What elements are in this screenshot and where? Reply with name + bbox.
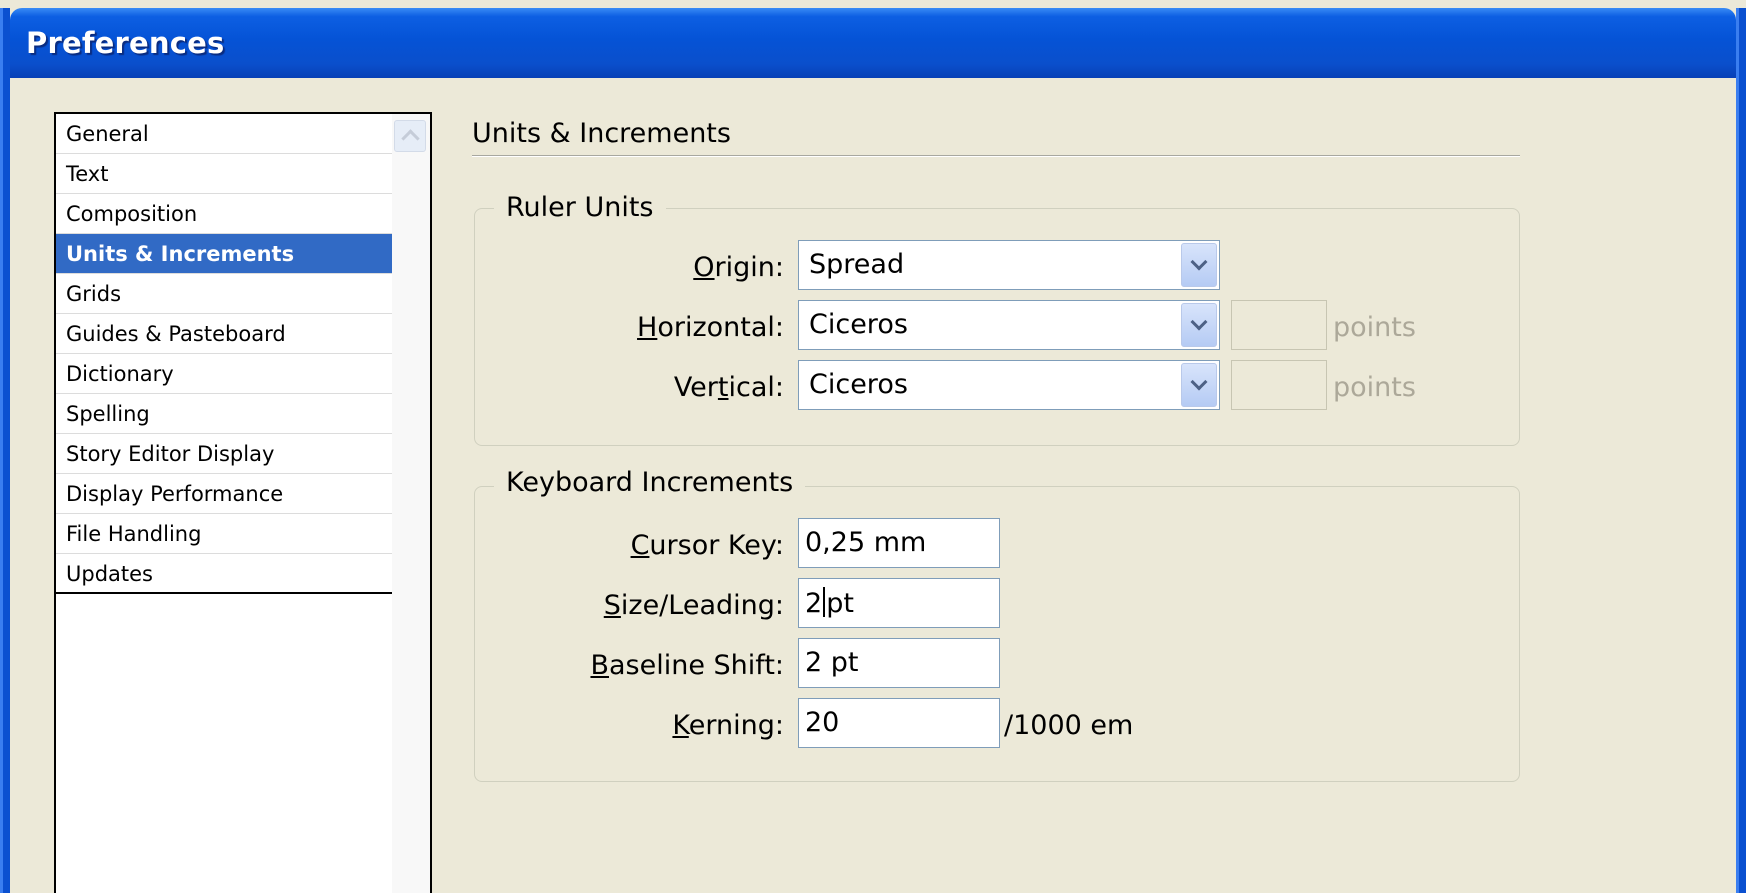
window-title: Preferences <box>26 26 225 60</box>
cursor-key-value: 0,25 mm <box>805 527 927 558</box>
category-item-story-editor-display[interactable]: Story Editor Display <box>56 434 392 474</box>
category-item-spelling[interactable]: Spelling <box>56 394 392 434</box>
kerning-label: Kerning: <box>672 710 784 741</box>
category-item-dictionary[interactable]: Dictionary <box>56 354 392 394</box>
cursor-key-label: Cursor Key: <box>630 530 784 561</box>
size-leading-label: Size/Leading: <box>603 590 784 621</box>
keyboard-increments-legend: Keyboard Increments <box>494 467 806 498</box>
cursor-key-input[interactable]: 0,25 mm <box>798 518 1000 568</box>
category-item-file-handling[interactable]: File Handling <box>56 514 392 554</box>
category-item-text[interactable]: Text <box>56 154 392 194</box>
chevron-up-icon[interactable] <box>394 120 426 152</box>
horizontal-select[interactable]: Ciceros <box>798 300 1220 350</box>
kerning-input[interactable]: 20 <box>798 698 1000 748</box>
page-title: Units & Increments <box>472 118 731 149</box>
window-frame-right <box>1736 8 1746 893</box>
horizontal-label: Horizontal: <box>637 312 784 343</box>
chevron-down-icon[interactable] <box>1181 243 1217 287</box>
origin-value: Spread <box>809 249 905 280</box>
chevron-down-icon[interactable] <box>1181 303 1217 347</box>
category-items: General Text Composition Units & Increme… <box>56 114 392 594</box>
category-item-guides-pasteboard[interactable]: Guides & Pasteboard <box>56 314 392 354</box>
horizontal-custom-field <box>1231 300 1327 350</box>
category-item-general[interactable]: General <box>56 114 392 154</box>
category-item-updates[interactable]: Updates <box>56 554 392 594</box>
category-item-display-performance[interactable]: Display Performance <box>56 474 392 514</box>
category-list[interactable]: General Text Composition Units & Increme… <box>54 112 432 893</box>
horizontal-unit: points <box>1333 312 1416 343</box>
size-leading-input[interactable]: 2 pt <box>798 578 1000 628</box>
horizontal-value: Ciceros <box>809 309 908 340</box>
ruler-units-legend: Ruler Units <box>494 192 666 223</box>
vertical-custom-field <box>1231 360 1327 410</box>
vertical-unit: points <box>1333 372 1416 403</box>
chevron-down-icon[interactable] <box>1181 363 1217 407</box>
baseline-shift-label: Baseline Shift: <box>590 650 784 681</box>
category-scrollbar[interactable] <box>392 114 430 893</box>
vertical-select[interactable]: Ciceros <box>798 360 1220 410</box>
title-divider <box>472 155 1520 157</box>
title-bar[interactable]: Preferences <box>10 8 1736 78</box>
text-caret <box>823 587 826 617</box>
size-leading-value: 2 pt <box>805 587 854 619</box>
category-item-units-increments[interactable]: Units & Increments <box>56 234 392 274</box>
window-frame-left <box>0 8 10 893</box>
category-item-composition[interactable]: Composition <box>56 194 392 234</box>
vertical-label: Vertical: <box>673 372 784 403</box>
baseline-shift-input[interactable]: 2 pt <box>798 638 1000 688</box>
kerning-unit: /1000 em <box>1004 710 1134 741</box>
category-item-grids[interactable]: Grids <box>56 274 392 314</box>
baseline-shift-value: 2 pt <box>805 647 859 678</box>
origin-select[interactable]: Spread <box>798 240 1220 290</box>
vertical-value: Ciceros <box>809 369 908 400</box>
origin-label: Origin: <box>693 252 784 283</box>
kerning-value: 20 <box>805 707 840 738</box>
